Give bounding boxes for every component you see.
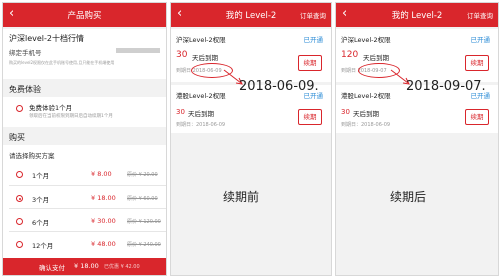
plan-radio-selected[interactable] — [16, 195, 23, 202]
caption-before: 续期前 — [223, 190, 260, 204]
product-card: 沪深level-2十档行情 绑定手机号 购买的level2权限仅在此手机账号使用… — [3, 29, 166, 79]
free-section-title: 免费体验 — [9, 85, 41, 94]
date-annotation: 2018-09-07. — [406, 79, 486, 94]
buy-section-title: 购买 — [9, 133, 25, 142]
plan-prompt: 请选择购买方案 — [9, 152, 55, 160]
purchase-header: ‹ 产品购买 — [3, 3, 166, 27]
item-name: 沪深Level-2权限 — [176, 36, 226, 44]
renew-button[interactable]: 续期 — [298, 109, 322, 125]
free-trial-row[interactable]: 免费体验1个月 领取后在当前权限到期日后自动续期1个月 — [3, 97, 166, 127]
order-query-link[interactable]: 订单查询 — [300, 10, 326, 20]
pay-label: 确认支付 — [39, 264, 65, 272]
item-expire: 到期日：2018-06-09 — [341, 122, 391, 128]
pay-price: ¥ 18.00 — [74, 262, 99, 270]
renew-button[interactable]: 续期 — [465, 109, 489, 125]
confirm-pay-button[interactable]: 确认支付 ¥ 18.00 已优惠 ¥ 42.00 — [3, 258, 166, 275]
plan-label: 3个月 — [32, 196, 50, 204]
pay-saved: 已优惠 ¥ 42.00 — [104, 264, 140, 270]
order-query-link[interactable]: 订单查询 — [467, 10, 493, 20]
item-days-suffix: 天后到期 — [363, 54, 389, 62]
item-name: 港股Level-2权限 — [341, 92, 391, 100]
plan-label: 6个月 — [32, 219, 50, 227]
item-days-suffix: 天后到期 — [192, 54, 218, 62]
product-name: 沪深level-2十档行情 — [9, 34, 84, 43]
masked-phone-number — [116, 48, 160, 53]
caption-after: 续期后 — [390, 190, 427, 204]
renew-button[interactable]: 续期 — [298, 55, 322, 71]
plan-original-price: 原价 ¥ 120.00 — [127, 219, 161, 225]
item-status: 已开通 — [303, 36, 324, 44]
item-days-suffix: 天后到期 — [353, 110, 379, 118]
plan-original-price: 原价 ¥ 240.00 — [127, 242, 161, 248]
level2-header: ‹ 我的 Level-2 订单查询 — [336, 3, 498, 27]
plan-original-price: 原价 ¥ 20.00 — [127, 172, 158, 178]
date-annotation: 2018-06-09. — [239, 79, 319, 94]
plan-original-price: 原价 ¥ 60.00 — [127, 196, 158, 202]
item-expire: 到期日：2018-06-09 — [176, 122, 226, 128]
divider — [9, 208, 166, 209]
divider — [9, 231, 166, 232]
item-days: 30 — [341, 108, 350, 116]
plan-label: 1个月 — [32, 172, 50, 180]
purchase-screen: ‹ 产品购买 沪深level-2十档行情 绑定手机号 购买的level2权限仅在… — [2, 2, 167, 276]
bind-note: 购买的level2权限仅在此手机账号使用,且只能在手机端使用 — [9, 60, 115, 65]
item-days-suffix: 天后到期 — [188, 110, 214, 118]
plan-label: 12个月 — [32, 242, 54, 250]
free-trial-label: 免费体验1个月 — [29, 104, 73, 112]
my-level2-after: ‹ 我的 Level-2 订单查询 沪深Level-2权限 已开通 120 天后… — [335, 2, 499, 276]
plan-price: ¥ 48.00 — [91, 240, 116, 248]
item-days: 120 — [341, 50, 359, 60]
item-days: 30 — [176, 50, 188, 60]
item-name: 港股Level-2权限 — [176, 92, 226, 100]
bind-phone-label: 绑定手机号 — [9, 49, 42, 57]
plan-radio[interactable] — [16, 241, 23, 248]
item-status: 已开通 — [470, 36, 491, 44]
page-title: 产品购买 — [67, 11, 102, 21]
renew-button[interactable]: 续期 — [465, 55, 489, 71]
plan-radio[interactable] — [16, 171, 23, 178]
item-name: 沪深Level-2权限 — [341, 36, 391, 44]
plan-price: ¥ 18.00 — [91, 194, 116, 202]
plan-price: ¥ 30.00 — [91, 217, 116, 225]
level2-header: ‹ 我的 Level-2 订单查询 — [171, 3, 331, 27]
my-level2-before: ‹ 我的 Level-2 订单查询 沪深Level-2权限 已开通 30 天后到… — [170, 2, 332, 276]
plan-list: 请选择购买方案 1个月 ¥ 8.00 原价 ¥ 20.00 3个月 ¥ 18.0… — [3, 145, 166, 258]
free-trial-desc: 领取后在当前权限到期日后自动续期1个月 — [29, 114, 113, 119]
item-days: 30 — [176, 108, 185, 116]
plan-radio[interactable] — [16, 218, 23, 225]
divider — [9, 185, 166, 186]
free-trial-radio[interactable] — [16, 105, 23, 112]
plan-price: ¥ 8.00 — [91, 170, 112, 178]
